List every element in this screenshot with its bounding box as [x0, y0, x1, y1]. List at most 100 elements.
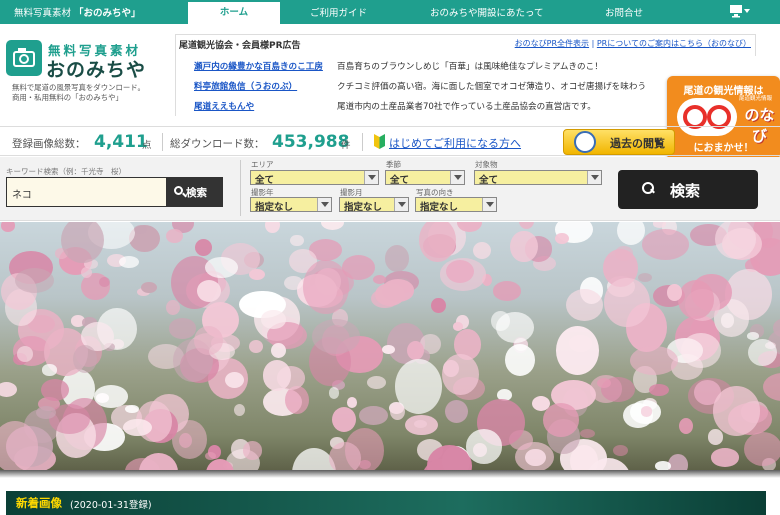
keyword-label: キーワード検索（例：千光寺 桜）: [6, 167, 126, 176]
monitor-menu-icon[interactable]: [729, 4, 751, 21]
blossom-cluster: [680, 332, 721, 369]
nav-guide[interactable]: ご利用ガイド: [310, 5, 367, 19]
blossom-cluster: [439, 258, 487, 291]
blossom-cluster: [248, 339, 263, 353]
past-viewed-button[interactable]: 過去の閲覧: [563, 129, 675, 155]
pr-row-desc: 尾道市内の土産品業者70社で作っている土産品協会の直営店です。: [337, 102, 596, 112]
downloads-value: 453,988: [272, 132, 350, 152]
hero-photo: [0, 222, 780, 472]
blossom-cluster: [640, 406, 653, 417]
pr-row-name[interactable]: 瀬戸内の縁豊かな百島きのこ工房: [194, 60, 323, 72]
blossom-cluster: [708, 429, 723, 445]
clock-icon: [574, 131, 596, 153]
logo-title[interactable]: おのみちや: [46, 55, 146, 82]
blossom-cluster: [331, 407, 356, 433]
chevron-down-icon: [394, 198, 408, 211]
season-select[interactable]: 全て: [385, 170, 465, 186]
blossom-cluster: [262, 360, 291, 391]
nav-about[interactable]: おのみちや開設にあたって: [430, 5, 544, 19]
area-select[interactable]: 全て: [250, 170, 379, 186]
area-label: エリア: [251, 160, 274, 169]
blossom-cluster: [17, 346, 34, 362]
pr-row-desc: 百島育ちのブラウンしめじ「百華」は風味絶佳なプレミアムきのこ！: [337, 62, 603, 72]
hero-shadow: [0, 470, 780, 478]
pr-row-name[interactable]: 料亭旅館魚信（うおのぶ）: [194, 80, 297, 92]
top-nav: 無料写真素材 「おのみちや」 ホーム ご利用ガイド おのみちや開設にあたって お…: [0, 0, 780, 24]
blossom-cluster: [465, 429, 503, 464]
blossom-cluster: [710, 448, 739, 467]
images-count-value: 4,411: [94, 132, 148, 152]
blossom-cluster: [303, 260, 349, 315]
blossom-cluster: [42, 364, 57, 376]
blossom-cluster: [649, 383, 670, 396]
keyword-search-button[interactable]: 検索: [166, 177, 223, 207]
blossom-cluster: [510, 230, 538, 263]
divider: [240, 160, 241, 216]
blossom-cluster: [405, 414, 438, 435]
search-panel: キーワード検索（例：千光寺 桜） ネコ 検索 エリア 全て 季節 全て 対象物 …: [0, 157, 780, 221]
blossom-cluster: [389, 402, 405, 420]
site-label: 無料写真素材 「おのみちや」: [14, 5, 141, 19]
month-value: 指定なし: [344, 202, 383, 213]
search-icon: [642, 182, 654, 194]
blossom-cluster: [284, 386, 309, 414]
new-images-header: 新着画像 (2020-01-31登録): [6, 491, 766, 515]
blossom-cluster: [166, 228, 183, 243]
blossom-cluster: [283, 276, 303, 291]
blossom-cluster: [525, 448, 546, 467]
blossom-cluster: [60, 222, 104, 264]
blossom-cluster: [566, 288, 603, 321]
blossom-cluster: [224, 371, 245, 389]
blossom-cluster: [98, 276, 110, 288]
blossom-cluster: [679, 417, 694, 434]
blossom-cluster: [596, 377, 611, 389]
logo-description: 無料で尾道の風景写真をダウンロード。 商用・私用無料の「おのみちや」: [12, 83, 145, 103]
keyword-search-input[interactable]: ネコ: [6, 177, 167, 207]
onavi-mini-label: 尾道観光情報: [739, 96, 773, 102]
site-prefix: 無料写真素材: [14, 8, 72, 19]
images-count-label: 登録画像総数：: [12, 138, 86, 150]
orientation-select[interactable]: 指定なし: [415, 197, 497, 213]
blossom-cluster: [504, 343, 536, 376]
blossom-cluster: [431, 297, 446, 314]
blossom-cluster: [603, 277, 650, 328]
pr-row-name[interactable]: 尾道ええもんや: [194, 100, 254, 112]
nav-contact[interactable]: お問合せ: [605, 5, 643, 19]
beginner-guide-link[interactable]: はじめてご利用になる方へ: [389, 135, 521, 151]
blossom-cluster: [748, 338, 777, 367]
search-button[interactable]: 検索: [618, 170, 758, 209]
search-button-label: 検索: [670, 182, 701, 200]
blossom-cluster: [118, 255, 139, 269]
blossom-cluster: [616, 222, 645, 246]
blossom-cluster: [193, 325, 223, 355]
blossom-cluster: [14, 267, 55, 294]
pr-inquiry-link[interactable]: PRについてのご案内はこちら（おのなび）: [597, 39, 751, 48]
season-value: 全て: [390, 175, 410, 186]
year-value: 指定なし: [255, 202, 294, 213]
pr-row-desc: クチコミ評価の高い宿。海に面した個室でオコゼ薄造り、オコゼ唐揚げを味わう: [337, 82, 647, 92]
area-value: 全て: [255, 175, 275, 186]
blossom-cluster: [311, 318, 360, 355]
pr-all-link[interactable]: おのなびPR全件表示: [515, 39, 589, 48]
blossom-cluster: [0, 381, 17, 398]
blossom-cluster: [555, 326, 599, 375]
blossom-cluster: [518, 222, 534, 230]
year-select[interactable]: 指定なし: [250, 197, 332, 213]
target-select[interactable]: 全て: [474, 170, 602, 186]
blossom-cluster: [290, 234, 304, 247]
camera-logo-icon[interactable]: [6, 40, 42, 76]
chevron-down-icon: [364, 171, 378, 184]
chevron-down-icon: [587, 171, 601, 184]
blossom-cluster: [382, 345, 395, 355]
blossom-cluster: [746, 332, 759, 340]
logo-desc-line2: 商用・私用無料の「おのみちや」: [12, 93, 123, 102]
blossom-cluster: [328, 387, 340, 399]
blossom-cluster: [35, 406, 56, 419]
blossom-cluster: [134, 225, 148, 234]
month-select[interactable]: 指定なし: [339, 197, 409, 213]
pr-title: 尾道観光協会・会員様PR広告: [179, 41, 301, 51]
blossom-cluster: [406, 340, 424, 360]
nav-home[interactable]: ホーム: [188, 0, 280, 24]
beginner-mark-icon: [374, 134, 385, 149]
target-value: 全て: [479, 175, 499, 186]
